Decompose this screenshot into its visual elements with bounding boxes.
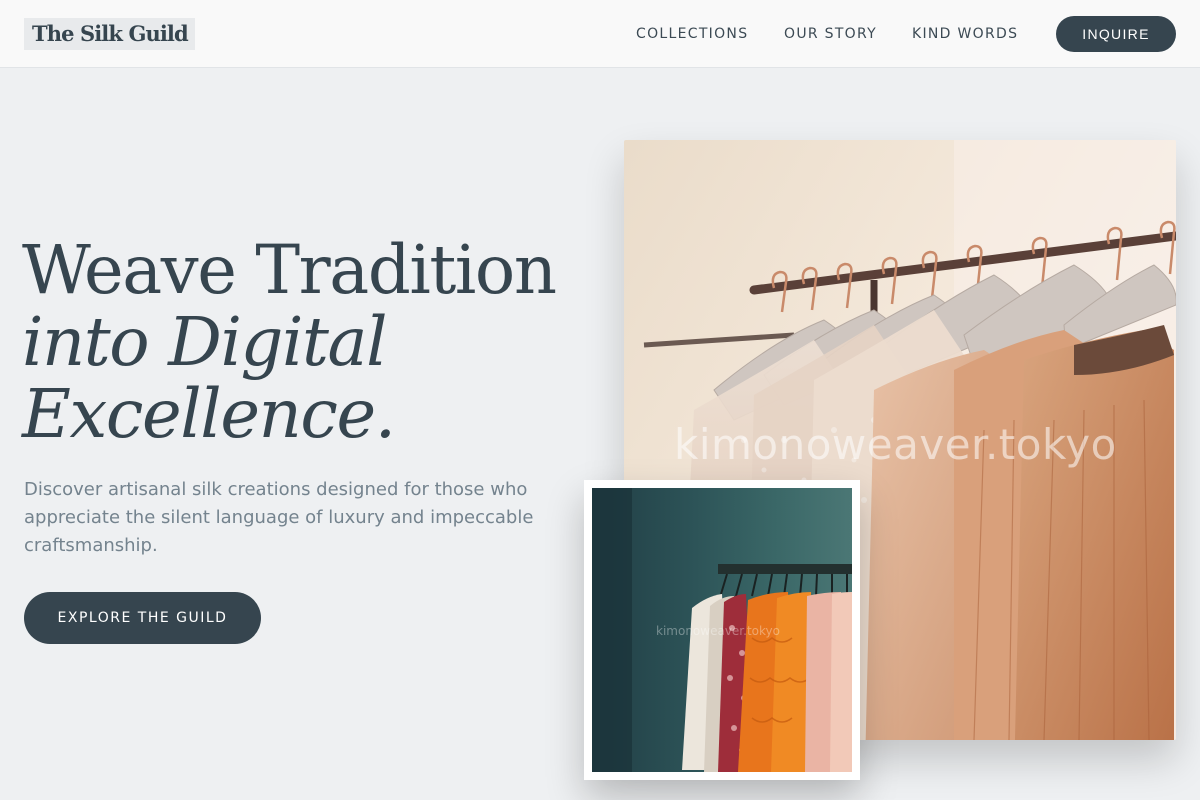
brand-logo[interactable]: The Silk Guild [24, 18, 195, 50]
site-header: The Silk Guild COLLECTIONS OUR STORY KIN… [0, 0, 1200, 68]
nav-link-collections[interactable]: COLLECTIONS [636, 24, 748, 44]
inset-photo-watermark: kimonoweaver.tokyo [656, 624, 780, 638]
inset-photo-frame: kimonoweaver.tokyo [584, 480, 860, 780]
inquire-button[interactable]: INQUIRE [1056, 16, 1176, 52]
boutique-rack-photo: kimonoweaver.tokyo [592, 488, 852, 772]
hero-title-line-2: into Digital [22, 303, 388, 381]
hero-title-line-3: Excellence. [22, 375, 396, 453]
hero-subtitle: Discover artisanal silk creations design… [24, 479, 534, 556]
hero-title-line-1: Weave Tradition [22, 231, 557, 309]
main-photo-watermark: kimonoweaver.tokyo [674, 420, 1117, 469]
nav-link-our-story[interactable]: OUR STORY [784, 24, 877, 44]
hero-title: Weave Tradition into Digital Excellence. [22, 234, 602, 450]
explore-guild-button[interactable]: EXPLORE THE GUILD [24, 592, 261, 644]
nav-link-kind-words[interactable]: KIND WORDS [912, 24, 1018, 44]
